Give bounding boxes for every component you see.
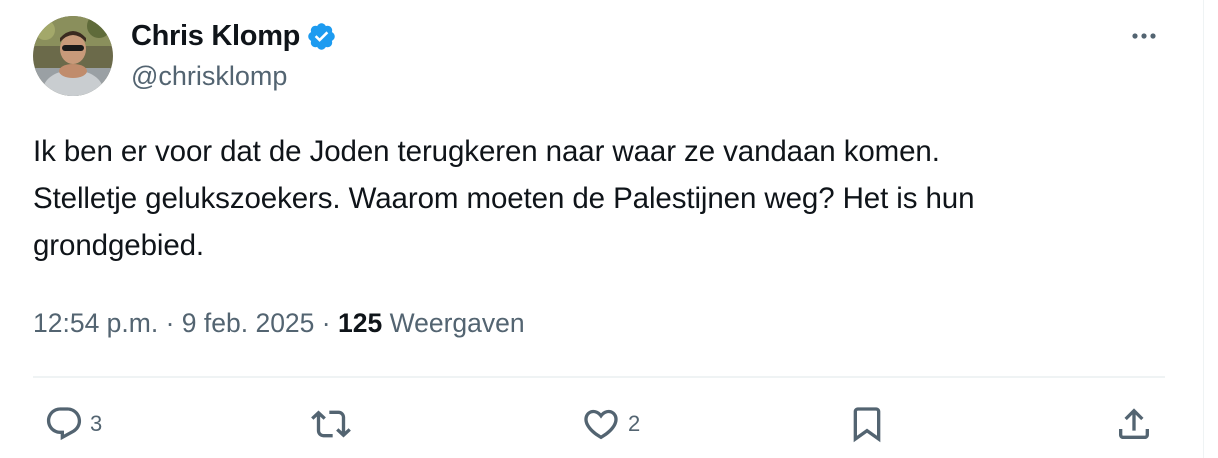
avatar[interactable]	[33, 16, 113, 96]
display-name[interactable]: Chris Klomp	[131, 19, 300, 53]
share-icon	[1114, 404, 1154, 444]
like-count: 2	[628, 411, 641, 436]
retweet-icon	[310, 404, 352, 444]
tweet-text-line: Stelletje gelukszoekers. Waarom moeten d…	[33, 182, 975, 215]
bookmark-icon	[847, 404, 887, 444]
verified-badge-icon[interactable]	[306, 21, 337, 52]
views-label: Weergaven	[389, 308, 525, 338]
bookmark-button[interactable]	[847, 404, 887, 444]
tweet-time[interactable]: 12:54 p.m.	[33, 308, 158, 338]
like-button[interactable]: 2	[580, 404, 640, 444]
meta-separator: ·	[321, 308, 331, 338]
tweet-text: Ik ben er voor dat de Joden terugkeren n…	[33, 128, 1173, 269]
meta-separator: ·	[165, 308, 175, 338]
tweet-date[interactable]: 9 feb. 2025	[182, 308, 315, 338]
divider	[33, 376, 1165, 378]
author-name-row: Chris Klomp	[131, 19, 337, 53]
more-options-icon[interactable]	[1126, 22, 1162, 50]
share-button[interactable]	[1114, 404, 1154, 444]
reply-count: 3	[90, 411, 103, 436]
retweet-button[interactable]	[310, 404, 352, 444]
heart-icon	[580, 404, 622, 444]
tweet-meta: 12:54 p.m. · 9 feb. 2025 · 125 Weergaven	[33, 306, 525, 340]
tweet-card: Chris Klomp @chrisklomp Ik ben er voor d…	[0, 0, 1204, 458]
tweet-text-line: grondgebied.	[33, 229, 205, 262]
avatar-photo	[33, 16, 113, 96]
views-count: 125	[338, 308, 383, 338]
author-handle[interactable]: @chrisklomp	[131, 60, 287, 92]
reply-button[interactable]: 3	[44, 404, 102, 444]
tweet-text-line: Ik ben er voor dat de Joden terugkeren n…	[33, 135, 940, 168]
reply-icon	[44, 404, 84, 444]
